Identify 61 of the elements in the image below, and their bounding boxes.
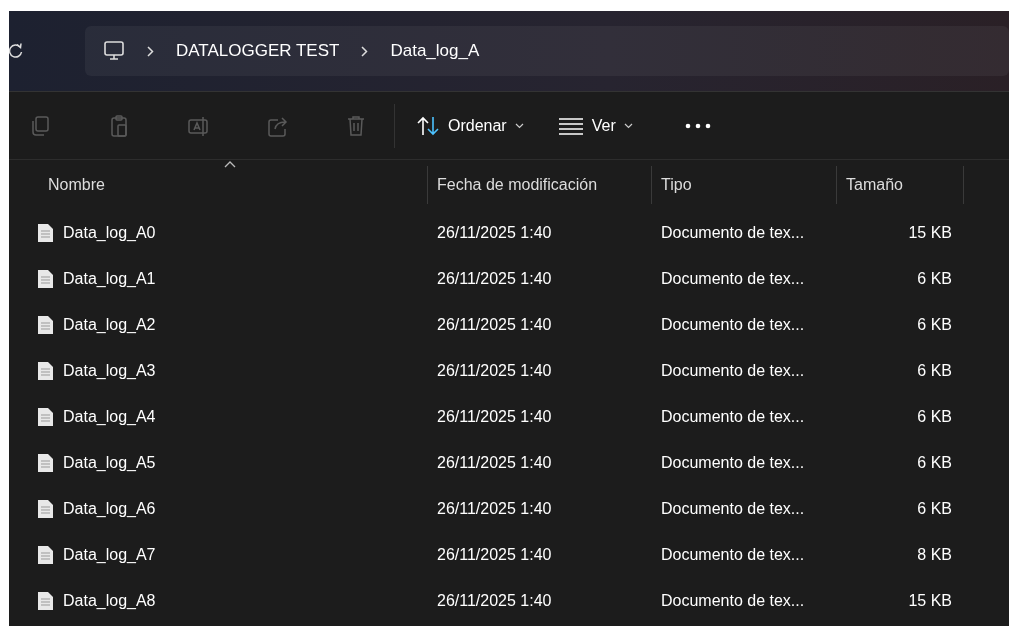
file-type: Documento de tex... <box>661 500 805 517</box>
chevron-down-icon <box>623 122 633 129</box>
column-header[interactable]: Fecha de modificación <box>437 173 598 197</box>
file-name[interactable]: Data_log_A4 <box>63 405 156 429</box>
column-header[interactable]: Tamaño <box>846 173 903 197</box>
modified-date: 26/11/2025 1:40 <box>437 454 552 471</box>
file-type: Documento de tex... <box>661 316 805 333</box>
modified-date: 26/11/2025 1:40 <box>437 546 552 563</box>
view-menu[interactable]: Ver <box>551 109 639 142</box>
file-size: 6 KB <box>917 270 952 287</box>
document-icon <box>37 499 54 519</box>
file-size: 6 KB <box>917 362 952 379</box>
modified-date: 26/11/2025 1:40 <box>437 224 552 241</box>
document-icon <box>37 453 54 473</box>
chevron-down-icon <box>514 122 524 129</box>
document-icon <box>37 545 54 565</box>
file-size: 6 KB <box>917 316 952 333</box>
refresh-icon[interactable] <box>9 43 23 59</box>
modified-date: 26/11/2025 1:40 <box>437 362 552 379</box>
file-name[interactable]: Data_log_A6 <box>63 497 156 521</box>
list-icon <box>557 116 584 135</box>
file-name[interactable]: Data_log_A7 <box>63 543 156 567</box>
modified-date: 26/11/2025 1:40 <box>437 500 552 517</box>
file-size: 15 KB <box>908 592 952 609</box>
file-name[interactable]: Data_log_A5 <box>63 451 156 475</box>
file-name[interactable]: Data_log_A3 <box>63 359 156 383</box>
column-header[interactable]: Nombre <box>48 173 105 197</box>
file-size: 6 KB <box>917 500 952 517</box>
file-type: Documento de tex... <box>661 224 805 241</box>
document-icon <box>37 315 54 335</box>
file-size: 6 KB <box>917 454 952 471</box>
chevron-icon <box>147 45 154 57</box>
column-header[interactable]: Tipo <box>661 173 692 197</box>
file-type: Documento de tex... <box>661 592 805 609</box>
file-type: Documento de tex... <box>661 362 805 379</box>
file-size: 6 KB <box>917 408 952 425</box>
document-icon <box>37 361 54 381</box>
modified-date: 26/11/2025 1:40 <box>437 270 552 287</box>
document-icon <box>37 269 54 289</box>
chevron-icon <box>361 45 369 57</box>
modified-date: 26/11/2025 1:40 <box>437 316 552 333</box>
file-name[interactable]: Data_log_A2 <box>63 313 156 337</box>
file-type: Documento de tex... <box>661 270 805 287</box>
breadcrumb[interactable]: DATALOGGER TEST <box>176 38 340 64</box>
sort-icon <box>416 114 440 137</box>
file-name[interactable]: Data_log_A1 <box>63 267 156 291</box>
file-size: 8 KB <box>917 546 952 563</box>
sort-menu[interactable]: Ordenar <box>410 109 530 142</box>
document-icon <box>37 591 54 611</box>
computer-icon[interactable] <box>103 40 125 62</box>
document-icon <box>37 407 54 427</box>
file-type: Documento de tex... <box>661 408 805 425</box>
document-icon <box>37 223 54 243</box>
modified-date: 26/11/2025 1:40 <box>437 408 552 425</box>
file-type: Documento de tex... <box>661 546 805 563</box>
file-type: Documento de tex... <box>661 454 805 471</box>
file-size: 15 KB <box>908 224 952 241</box>
modified-date: 26/11/2025 1:40 <box>437 592 552 609</box>
breadcrumb[interactable]: Data_log_A <box>390 38 480 64</box>
file-name[interactable]: Data_log_A8 <box>63 589 156 613</box>
file-name[interactable]: Data_log_A0 <box>63 221 156 245</box>
